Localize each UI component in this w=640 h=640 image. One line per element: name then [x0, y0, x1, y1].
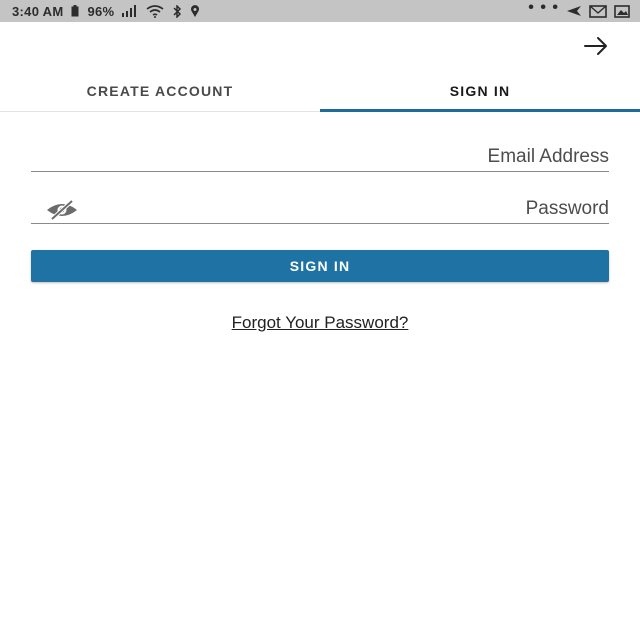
password-field[interactable]: [31, 194, 609, 223]
email-field[interactable]: [31, 142, 609, 171]
password-field-container: [31, 194, 609, 224]
status-left: 3:40 AM 96%: [12, 4, 200, 19]
status-right: • • •: [528, 0, 630, 18]
tab-create-account[interactable]: CREATE ACCOUNT: [0, 70, 320, 111]
arrow-right-icon[interactable]: [582, 34, 610, 58]
overflow-dots: • • •: [528, 0, 559, 16]
send-icon: [566, 5, 582, 17]
sign-in-button[interactable]: SIGN IN: [31, 250, 609, 282]
status-bar: 3:40 AM 96% • • •: [0, 0, 640, 22]
signal-icon: [122, 5, 138, 17]
bluetooth-icon: [172, 4, 182, 18]
auth-tabs: CREATE ACCOUNT SIGN IN: [0, 70, 640, 112]
status-time: 3:40 AM: [12, 3, 64, 19]
wifi-icon: [146, 4, 164, 18]
email-field-container: [31, 142, 609, 172]
gallery-icon: [614, 4, 630, 18]
tab-sign-in[interactable]: SIGN IN: [320, 70, 640, 112]
forgot-password-row: Forgot Your Password?: [0, 313, 640, 333]
location-icon: [190, 4, 200, 18]
eye-off-icon[interactable]: [43, 198, 81, 222]
forgot-password-link[interactable]: Forgot Your Password?: [232, 313, 409, 332]
battery-percent: 96%: [87, 3, 115, 19]
mail-icon: [589, 4, 607, 18]
battery-icon: [71, 5, 79, 17]
